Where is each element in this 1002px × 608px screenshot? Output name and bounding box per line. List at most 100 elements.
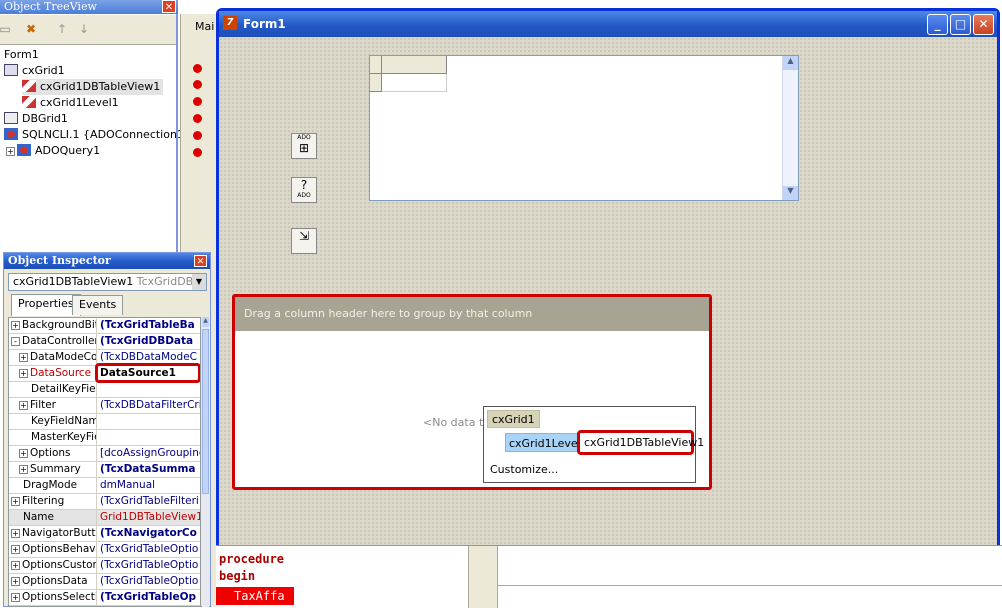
- tree-node-cxgrid1level1[interactable]: cxGrid1Level1: [22, 95, 119, 111]
- scroll-up-icon[interactable]: ▲: [783, 56, 798, 70]
- component-label: ADO: [297, 192, 311, 199]
- tab-events[interactable]: Events: [72, 295, 124, 315]
- datasource-component-icon[interactable]: ⇲: [291, 228, 317, 254]
- close-icon[interactable]: ✕: [162, 0, 176, 13]
- property-row[interactable]: DetailKeyFiel: [9, 382, 200, 398]
- adoquery-component-icon[interactable]: ? ADO: [291, 177, 317, 203]
- tree-node-cxgrid1dbtableview1[interactable]: cxGrid1DBTableView1: [22, 79, 164, 95]
- property-value[interactable]: (TcxGridTableOptio: [100, 558, 200, 573]
- breakpoint-icon[interactable]: [193, 131, 202, 140]
- property-value[interactable]: (TcxGridTableFilteri: [100, 494, 200, 509]
- breakpoint-icon[interactable]: [193, 64, 202, 73]
- breakpoint-icon[interactable]: [193, 97, 202, 106]
- scroll-up-icon[interactable]: ▲: [202, 317, 209, 327]
- group-by-box[interactable]: Drag a column header here to group by th…: [235, 297, 709, 331]
- property-row[interactable]: + Filter (TcxDBDataFilterCri: [9, 398, 200, 414]
- property-value[interactable]: (TcxGridTableOp: [100, 590, 200, 605]
- move-down-icon[interactable]: ↓: [75, 20, 93, 38]
- tree-node-dbgrid1[interactable]: DBGrid1: [4, 111, 68, 127]
- property-value[interactable]: Grid1DBTableView1: [100, 510, 200, 525]
- property-row[interactable]: + OptionsCustom (TcxGridTableOptio: [9, 558, 200, 574]
- expand-icon[interactable]: +: [11, 593, 20, 602]
- tree-node-label: cxGrid1: [22, 64, 65, 77]
- property-row[interactable]: + OptionsSelectio (TcxGridTableOp: [9, 590, 200, 606]
- expand-icon[interactable]: +: [11, 321, 20, 330]
- expand-icon[interactable]: +: [19, 449, 28, 458]
- property-value[interactable]: [dcoAssignGrouping: [100, 446, 200, 461]
- tree-node-adoquery1[interactable]: + ADOQuery1: [6, 143, 100, 159]
- grid-column-header[interactable]: [382, 56, 447, 74]
- tree-node-form1[interactable]: Form1: [4, 47, 39, 63]
- adoconnection-component-icon[interactable]: ADO ⊞: [291, 133, 317, 159]
- property-grid-scrollbar[interactable]: ▲: [202, 317, 209, 607]
- property-row[interactable]: KeyFieldNam: [9, 414, 200, 430]
- tree-node-cxgrid1[interactable]: cxGrid1: [4, 63, 65, 79]
- expand-icon[interactable]: +: [11, 561, 20, 570]
- tree-node-label: Form1: [4, 48, 39, 61]
- property-row[interactable]: MasterKeyFie: [9, 430, 200, 446]
- navigator-grid-item[interactable]: cxGrid1: [487, 410, 540, 428]
- folder-icon[interactable]: ▭: [0, 20, 14, 38]
- expand-icon[interactable]: +: [11, 577, 20, 586]
- code-editor[interactable]: procedure begin TaxAffa: [216, 545, 1002, 608]
- grid-cell[interactable]: [382, 74, 447, 92]
- tab-properties[interactable]: Properties: [11, 294, 81, 316]
- expand-icon[interactable]: +: [6, 147, 15, 156]
- property-row[interactable]: + NavigatorButto (TcxNavigatorCo: [9, 526, 200, 542]
- move-up-icon[interactable]: ↑: [53, 20, 71, 38]
- property-value[interactable]: DataSource1: [95, 363, 200, 383]
- expand-icon[interactable]: +: [19, 353, 28, 362]
- breakpoint-icon[interactable]: [193, 80, 202, 89]
- structure-navigator-popup: cxGrid1 cxGrid1Level1 cxGrid1DBTableView…: [483, 406, 704, 483]
- navigator-view-item[interactable]: cxGrid1DBTableView1: [577, 430, 704, 455]
- scroll-thumb[interactable]: [202, 329, 209, 494]
- customize-link[interactable]: Customize...: [490, 463, 558, 477]
- delete-folder-icon[interactable]: ✖: [22, 20, 40, 38]
- property-row[interactable]: + BackgroundBit (TcxGridTableBa: [9, 318, 200, 334]
- property-value[interactable]: (TcxGridTableOptio: [100, 542, 200, 557]
- property-row[interactable]: + Options [dcoAssignGrouping: [9, 446, 200, 462]
- property-value[interactable]: (TcxDBDataFilterCri: [100, 398, 200, 413]
- property-row[interactable]: + OptionsData (TcxGridTableOptio: [9, 574, 200, 590]
- dbgrid1[interactable]: ▲ ▼: [369, 55, 799, 201]
- property-row[interactable]: + OptionsBehavi (TcxGridTableOptio: [9, 542, 200, 558]
- scroll-down-icon[interactable]: ▼: [783, 186, 798, 200]
- property-row[interactable]: - DataController (TcxGridDBData: [9, 334, 200, 350]
- property-value[interactable]: (TcxGridDBData: [100, 334, 200, 349]
- breakpoint-icon[interactable]: [193, 114, 202, 123]
- tree-node-adoconnection1[interactable]: SQLNCLI.1 {ADOConnection1}: [4, 127, 191, 143]
- breakpoint-icon[interactable]: [193, 148, 202, 157]
- expand-icon[interactable]: +: [11, 545, 20, 554]
- property-value[interactable]: (TcxNavigatorCo: [100, 526, 200, 541]
- property-value[interactable]: [100, 414, 200, 429]
- property-value[interactable]: (TcxGridTableBa: [100, 318, 200, 333]
- property-value[interactable]: dmManual: [100, 478, 200, 493]
- minimize-button[interactable]: _: [927, 14, 948, 35]
- property-name: + Filter: [9, 398, 97, 413]
- collapse-icon[interactable]: -: [11, 337, 20, 346]
- property-row[interactable]: + DataSource DataSource1: [9, 363, 200, 383]
- cxgrid1[interactable]: Drag a column header here to group by th…: [232, 294, 712, 490]
- close-icon[interactable]: ✕: [194, 255, 207, 267]
- property-name: + NavigatorButto: [9, 526, 97, 541]
- object-selector-dropdown[interactable]: cxGrid1DBTableView1 TcxGridDBTal ▼: [8, 273, 207, 291]
- property-row[interactable]: DragMode dmManual: [9, 478, 200, 494]
- property-value[interactable]: [100, 382, 200, 397]
- expand-icon[interactable]: +: [11, 529, 20, 538]
- property-row[interactable]: Name Grid1DBTableView1: [9, 510, 200, 526]
- property-row[interactable]: + Filtering (TcxGridTableFilteri: [9, 494, 200, 510]
- maximize-button[interactable]: □: [950, 14, 971, 35]
- close-button[interactable]: ✕: [973, 14, 994, 35]
- property-value[interactable]: [100, 430, 200, 445]
- expand-icon[interactable]: +: [11, 497, 20, 506]
- expand-icon[interactable]: +: [19, 465, 28, 474]
- dbgrid-scrollbar[interactable]: ▲ ▼: [782, 56, 798, 200]
- expand-icon[interactable]: +: [19, 369, 28, 378]
- property-grid: + BackgroundBit (TcxGridTableBa - DataContro…: [8, 317, 201, 607]
- editor-tab[interactable]: Mai: [195, 20, 214, 33]
- expand-icon[interactable]: +: [19, 401, 28, 410]
- chevron-down-icon[interactable]: ▼: [192, 274, 206, 290]
- property-row[interactable]: + Summary (TcxDataSumma: [9, 462, 200, 478]
- property-value[interactable]: (TcxDataSumma: [100, 462, 200, 477]
- property-value[interactable]: (TcxGridTableOptio: [100, 574, 200, 589]
